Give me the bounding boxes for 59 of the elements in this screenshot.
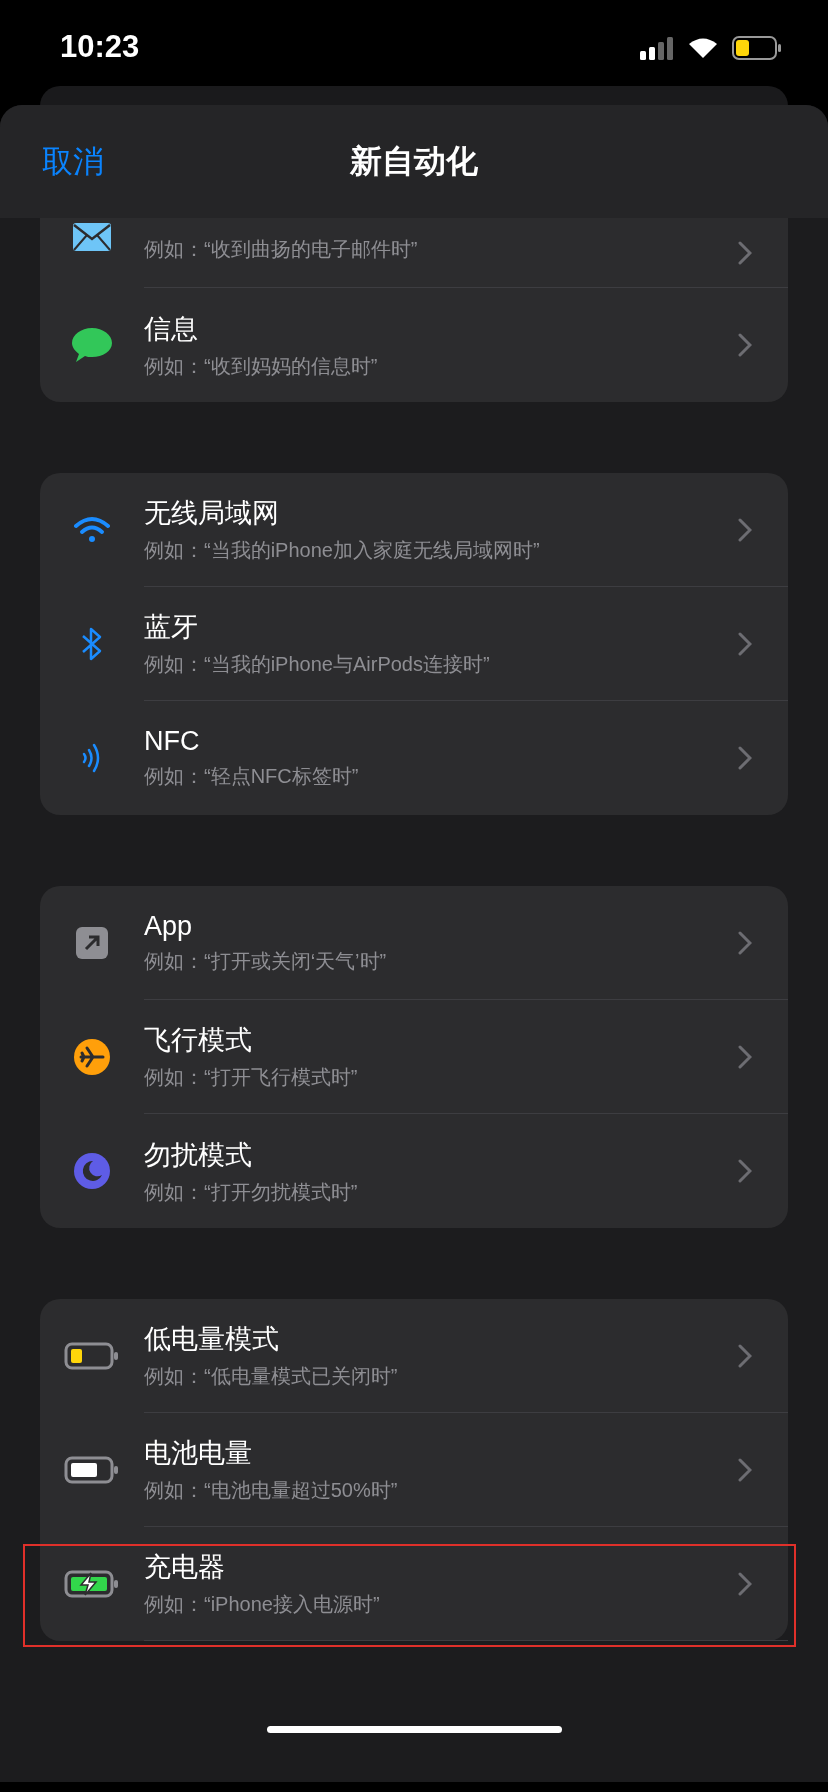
wifi-icon [688, 37, 718, 59]
chevron-icon [738, 1045, 752, 1069]
chevron-icon [738, 632, 752, 656]
trigger-title: 信息 [144, 312, 198, 346]
trigger-example: 例如：“当我的iPhone加入家庭无线局域网时” [144, 538, 540, 563]
trigger-row[interactable]: 电池电量 例如：“电池电量超过50%时” [40, 1413, 788, 1527]
chevron-icon [738, 333, 752, 357]
nfc-waves-icon [82, 743, 100, 773]
status-time: 10:23 [60, 29, 140, 65]
trigger-example: 例如：“低电量模式已关闭时” [144, 1364, 398, 1389]
airplane-icon [74, 1039, 110, 1075]
trigger-row[interactable]: 低电量模式 例如：“低电量模式已关闭时” [40, 1299, 788, 1413]
trigger-title: 蓝牙 [144, 611, 198, 644]
trigger-title: NFC [144, 726, 200, 757]
speech-bubble-icon [72, 328, 112, 362]
chevron-icon [738, 931, 752, 955]
nav-title: 新自动化 [350, 141, 478, 181]
trigger-example: 例如：“收到曲扬的电子邮件时” [144, 237, 418, 262]
trigger-row[interactable]: 充电器 例如：“iPhone接入电源时” [40, 1527, 788, 1641]
trigger-row[interactable]: 无线局域网 例如：“当我的iPhone加入家庭无线局域网时” [40, 473, 788, 587]
trigger-row[interactable]: NFC 例如：“轻点NFC标签时” [40, 701, 788, 815]
chevron-icon [738, 1159, 752, 1183]
trigger-example: 例如：“收到妈妈的信息时” [144, 353, 378, 379]
wifi-icon [74, 517, 110, 542]
trigger-title: 充电器 [144, 1551, 225, 1584]
trigger-row[interactable]: 信息 例如：“收到妈妈的信息时” [40, 288, 788, 402]
trigger-title: App [144, 910, 193, 942]
trigger-title: 飞行模式 [144, 1024, 252, 1057]
battery-icon [64, 1456, 118, 1484]
trigger-example: 例如：“打开或关闭‘天气’时” [144, 948, 387, 974]
trigger-row[interactable]: 蓝牙 例如：“当我的iPhone与AirPods连接时” [40, 587, 788, 701]
chevron-icon [738, 518, 752, 542]
bluetooth-icon [82, 627, 102, 661]
envelope-icon [73, 223, 111, 251]
trigger-row[interactable]: 例如：“收到曲扬的电子邮件时” [40, 218, 788, 288]
trigger-row[interactable]: 飞行模式 例如：“打开飞行模式时” [40, 1000, 788, 1114]
chevron-icon [738, 1572, 752, 1596]
moon-icon [74, 1153, 110, 1189]
battery-icon [732, 36, 782, 60]
trigger-title: 电池电量 [144, 1437, 252, 1470]
chevron-icon [738, 1458, 752, 1482]
trigger-row[interactable]: 勿扰模式 例如：“打开勿扰模式时” [40, 1114, 788, 1228]
trigger-title: 无线局域网 [144, 497, 279, 530]
trigger-example: 例如：“电池电量超过50%时” [144, 1478, 398, 1503]
trigger-row[interactable]: App 例如：“打开或关闭‘天气’时” [40, 886, 788, 1000]
signal-icon [640, 36, 674, 60]
cancel-button[interactable]: 取消 [42, 140, 104, 183]
chevron-icon [738, 1344, 752, 1368]
trigger-example: 例如：“iPhone接入电源时” [144, 1592, 380, 1617]
chevron-icon [738, 746, 752, 770]
charging-battery-icon [64, 1570, 118, 1598]
trigger-title: 低电量模式 [144, 1323, 279, 1356]
trigger-example: 例如：“当我的iPhone与AirPods连接时” [144, 652, 490, 677]
trigger-title: 勿扰模式 [144, 1138, 252, 1172]
trigger-example: 例如：“轻点NFC标签时” [144, 764, 359, 789]
battery-icon [64, 1342, 118, 1370]
chevron-icon [738, 241, 752, 265]
trigger-example: 例如：“打开飞行模式时” [144, 1065, 358, 1090]
trigger-example: 例如：“打开勿扰模式时” [144, 1179, 358, 1205]
